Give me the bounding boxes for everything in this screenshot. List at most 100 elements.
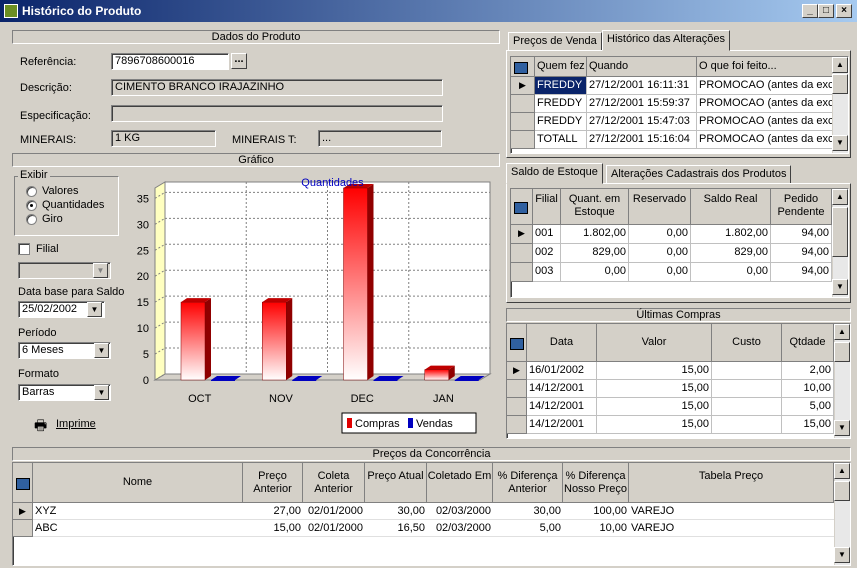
table-cell[interactable]: 02/03/2000 <box>427 503 493 520</box>
table-cell[interactable]: 002 <box>533 244 561 263</box>
filial-checkbox[interactable] <box>18 243 30 255</box>
table-cell[interactable]: PROMOCAO (antes da exc <box>697 113 833 131</box>
table-cell[interactable]: FREDDY <box>535 113 587 131</box>
ultimas-scrollbar-thumb[interactable] <box>834 342 850 362</box>
table-cell[interactable]: 1.802,00 <box>691 225 771 244</box>
table-cell[interactable]: 27/12/2001 15:16:04 <box>587 131 697 149</box>
table-cell[interactable]: ABC <box>33 520 243 537</box>
table-cell[interactable]: 15,00 <box>597 362 712 380</box>
table-cell[interactable]: 5,00 <box>493 520 563 537</box>
grid-settings-icon[interactable] <box>511 57 535 77</box>
saldo-scrollbar-down-icon[interactable]: ▼ <box>832 279 848 295</box>
table-cell[interactable]: 14/12/2001 <box>527 398 597 416</box>
filial-combo-arrow-icon[interactable]: ▼ <box>93 263 108 278</box>
table-cell[interactable]: PROMOCAO (antes da exc <box>697 77 833 95</box>
concorrencia-scrollbar-up-icon[interactable]: ▲ <box>834 463 850 479</box>
column-header[interactable]: Reservado <box>629 189 691 225</box>
historico-scrollbar-down-icon[interactable]: ▼ <box>832 135 848 151</box>
saldo-scrollbar-up-icon[interactable]: ▲ <box>832 189 848 205</box>
ref-field[interactable]: 7896708600016 <box>111 53 229 70</box>
table-cell[interactable]: PROMOCAO (antes da exc <box>697 95 833 113</box>
row-indicator[interactable] <box>511 131 535 149</box>
column-header[interactable]: Saldo Real <box>691 189 771 225</box>
table-cell[interactable] <box>712 362 782 380</box>
row-indicator[interactable] <box>507 380 527 398</box>
tab-historico-alteracoes[interactable]: Histórico das Alterações <box>602 30 730 51</box>
ultimas-scrollbar-up-icon[interactable]: ▲ <box>834 324 850 340</box>
table-cell[interactable]: 829,00 <box>561 244 629 263</box>
table-cell[interactable]: 2,00 <box>782 362 834 380</box>
table-cell[interactable]: 02/01/2000 <box>303 503 365 520</box>
table-cell[interactable]: 27/12/2001 16:11:31 <box>587 77 697 95</box>
column-header[interactable]: Preço Atual <box>365 463 427 503</box>
tab-alteracoes-cadastrais[interactable]: Alterações Cadastrais dos Produtos <box>606 165 792 184</box>
column-header[interactable]: % Diferença Nosso Preço <box>563 463 629 503</box>
column-header[interactable]: Data <box>527 324 597 362</box>
table-cell[interactable]: 15,00 <box>597 398 712 416</box>
table-cell[interactable]: 10,00 <box>782 380 834 398</box>
table-cell[interactable]: 100,00 <box>563 503 629 520</box>
row-indicator[interactable]: ▶ <box>511 225 533 244</box>
table-cell[interactable]: 02/01/2000 <box>303 520 365 537</box>
row-indicator[interactable] <box>507 416 527 434</box>
grid-settings-icon[interactable] <box>511 189 533 225</box>
table-cell[interactable]: 27/12/2001 15:47:03 <box>587 113 697 131</box>
table-cell[interactable]: 15,00 <box>597 380 712 398</box>
row-indicator[interactable] <box>511 95 535 113</box>
table-cell[interactable]: 16/01/2002 <box>527 362 597 380</box>
periodo-dropdown-icon[interactable]: ▼ <box>94 343 109 358</box>
row-indicator[interactable]: ▶ <box>507 362 527 380</box>
table-cell[interactable] <box>712 398 782 416</box>
historico-scrollbar-up-icon[interactable]: ▲ <box>832 57 848 73</box>
radio-quantidades[interactable] <box>26 200 37 211</box>
imprime-button[interactable]: Imprime <box>56 418 96 430</box>
radio-valores[interactable] <box>26 186 37 197</box>
table-cell[interactable]: 1.802,00 <box>561 225 629 244</box>
table-cell[interactable]: 0,00 <box>561 263 629 282</box>
printer-icon[interactable]: 🖶 <box>34 415 47 439</box>
table-cell[interactable]: 30,00 <box>493 503 563 520</box>
column-header[interactable]: Quando <box>587 57 697 77</box>
table-cell[interactable]: 14/12/2001 <box>527 416 597 434</box>
table-cell[interactable]: VAREJO <box>629 520 834 537</box>
concorrencia-scrollbar-down-icon[interactable]: ▼ <box>834 547 850 563</box>
row-indicator[interactable] <box>13 520 33 537</box>
table-cell[interactable]: 5,00 <box>782 398 834 416</box>
minimize-button[interactable]: _ <box>802 4 818 18</box>
table-cell[interactable]: PROMOCAO (antes da exc <box>697 131 833 149</box>
table-cell[interactable]: 02/03/2000 <box>427 520 493 537</box>
column-header[interactable]: Tabela Preço <box>629 463 834 503</box>
row-indicator[interactable]: ▶ <box>13 503 33 520</box>
table-cell[interactable]: TOTALL <box>535 131 587 149</box>
desc-field[interactable]: CIMENTO BRANCO IRAJAZINHO <box>111 79 443 96</box>
table-cell[interactable]: 16,50 <box>365 520 427 537</box>
column-header[interactable]: Filial <box>533 189 561 225</box>
historico-scrollbar-thumb[interactable] <box>832 74 848 94</box>
table-cell[interactable]: 829,00 <box>691 244 771 263</box>
ultimas-scrollbar-down-icon[interactable]: ▼ <box>834 420 850 436</box>
concorrencia-scrollbar-thumb[interactable] <box>834 481 850 501</box>
column-header[interactable]: Coletado Em <box>427 463 493 503</box>
data-base-dropdown-icon[interactable]: ▼ <box>87 302 102 317</box>
row-indicator[interactable] <box>511 263 533 282</box>
table-cell[interactable]: FREDDY <box>535 77 587 95</box>
row-indicator[interactable] <box>511 113 535 131</box>
radio-giro[interactable] <box>26 214 37 225</box>
column-header[interactable]: O que foi feito... <box>697 57 833 77</box>
table-cell[interactable]: 10,00 <box>563 520 629 537</box>
table-cell[interactable]: 27,00 <box>243 503 303 520</box>
table-cell[interactable]: 15,00 <box>243 520 303 537</box>
row-indicator[interactable] <box>507 398 527 416</box>
column-header[interactable]: Preço Anterior <box>243 463 303 503</box>
table-cell[interactable]: 0,00 <box>629 263 691 282</box>
table-cell[interactable]: 14/12/2001 <box>527 380 597 398</box>
table-cell[interactable] <box>712 380 782 398</box>
table-cell[interactable]: 94,00 <box>771 244 832 263</box>
minerais-t-field[interactable]: ... <box>318 130 442 147</box>
table-cell[interactable]: 30,00 <box>365 503 427 520</box>
table-cell[interactable]: 15,00 <box>597 416 712 434</box>
table-cell[interactable] <box>712 416 782 434</box>
table-cell[interactable]: VAREJO <box>629 503 834 520</box>
table-cell[interactable]: 27/12/2001 15:59:37 <box>587 95 697 113</box>
table-cell[interactable]: 0,00 <box>629 225 691 244</box>
